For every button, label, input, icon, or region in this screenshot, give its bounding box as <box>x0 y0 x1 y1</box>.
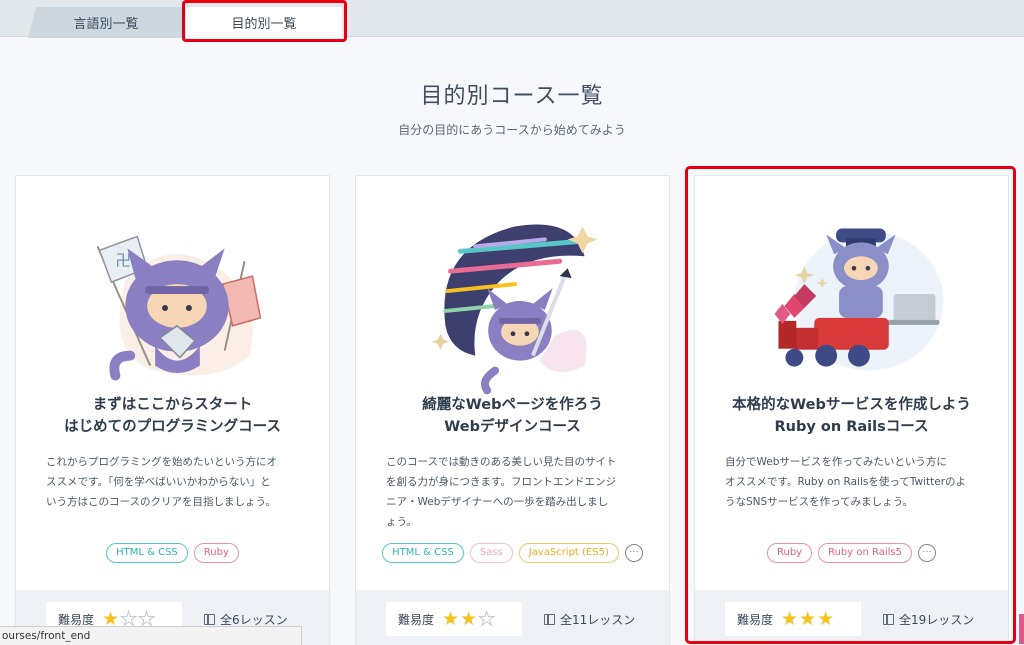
ninja-painter-illustration <box>431 224 598 395</box>
book-icon <box>544 613 555 625</box>
difficulty-box: 難易度 ★ ★ ★ <box>386 602 522 636</box>
course-title-line1: まずはここからスタート <box>92 397 253 413</box>
difficulty-label: 難易度 <box>398 612 435 627</box>
desc-line: これからプログラミングを始めたいという方にオ <box>46 456 277 468</box>
tab-by-language[interactable]: 言語別一覧 <box>28 7 184 38</box>
course-title: まずはここからスタート はじめてのプログラミングコース <box>26 394 319 438</box>
star-empty-icon: ★ <box>478 607 496 630</box>
course-title: 綺麗なWebページを作ろう Webデザインコース <box>366 394 659 438</box>
desc-line: ニア・Webデザイナーへの一歩を踏み出しまし <box>386 496 609 508</box>
course-footer: 難易度 ★ ★ ★ 全11レッスン <box>356 590 669 645</box>
lesson-count-text: 全6レッスン <box>220 612 288 627</box>
desc-line: を創る力が身につきます。フロントエンドエンジ <box>386 476 616 488</box>
star-filled-icon: ★ <box>442 607 460 630</box>
desc-line: ススメです。「何を学べばいいかわからない」と <box>46 476 271 488</box>
book-icon <box>204 613 215 625</box>
lesson-count-text: 全11レッスン <box>560 612 636 627</box>
tag-html-css[interactable]: HTML & CSS <box>382 543 464 563</box>
tab-bar: 言語別一覧 目的別一覧 <box>0 0 1024 38</box>
tag-javascript[interactable]: JavaScript (ES5) <box>518 543 619 563</box>
desc-line: いう方はこのコースのクリアを目指しましょう。 <box>46 496 276 508</box>
tag-html-css[interactable]: HTML & CSS <box>106 543 188 563</box>
lesson-count: 全11レッスン <box>544 602 635 636</box>
difficulty-label: 難易度 <box>58 612 95 627</box>
course-description: これからプログラミングを始めたいという方にオ ススメです。「何を学べばいいかわか… <box>46 452 299 512</box>
course-tags: HTML & CSS Sass JavaScript (ES5) ··· <box>370 543 655 563</box>
course-title-line1: 綺麗なWebページを作ろう <box>422 397 603 413</box>
tab-highlight-box <box>182 0 347 42</box>
card-highlight-box <box>685 166 1016 644</box>
desc-line: ょう。 <box>386 516 417 528</box>
tag-sass[interactable]: Sass <box>469 543 513 563</box>
status-bar-url: ourses/front_end <box>0 626 302 645</box>
course-card-programming[interactable]: 卍 まずはここからスタート はじめてのプログラミングコース これからプログラミン… <box>15 175 330 645</box>
side-accent <box>1019 614 1024 644</box>
course-card-web-design[interactable]: 綺麗なWebページを作ろう Webデザインコース このコースでは動きのある美しい… <box>355 175 670 645</box>
ninja-flag-illustration: 卍 <box>96 235 262 381</box>
difficulty-stars: ★ ★ ★ <box>442 607 496 630</box>
desc-line: このコースでは動きのある美しい見た目のサイト <box>386 456 617 468</box>
more-tags-icon[interactable]: ··· <box>624 544 643 562</box>
tag-ruby[interactable]: Ruby <box>193 543 239 563</box>
star-filled-icon: ★ <box>460 607 478 630</box>
course-description: このコースでは動きのある美しい見た目のサイト を創る力が身につきます。フロントエ… <box>386 452 639 532</box>
page-title: 目的別コース一覧 <box>420 84 604 109</box>
course-title-line2: はじめてのプログラミングコース <box>64 419 281 435</box>
page-subtitle: 自分の目的にあうコースから始めてみよう <box>398 123 626 137</box>
course-tags: HTML & CSS Ruby <box>30 543 315 563</box>
course-title-line2: Webデザインコース <box>444 419 581 435</box>
